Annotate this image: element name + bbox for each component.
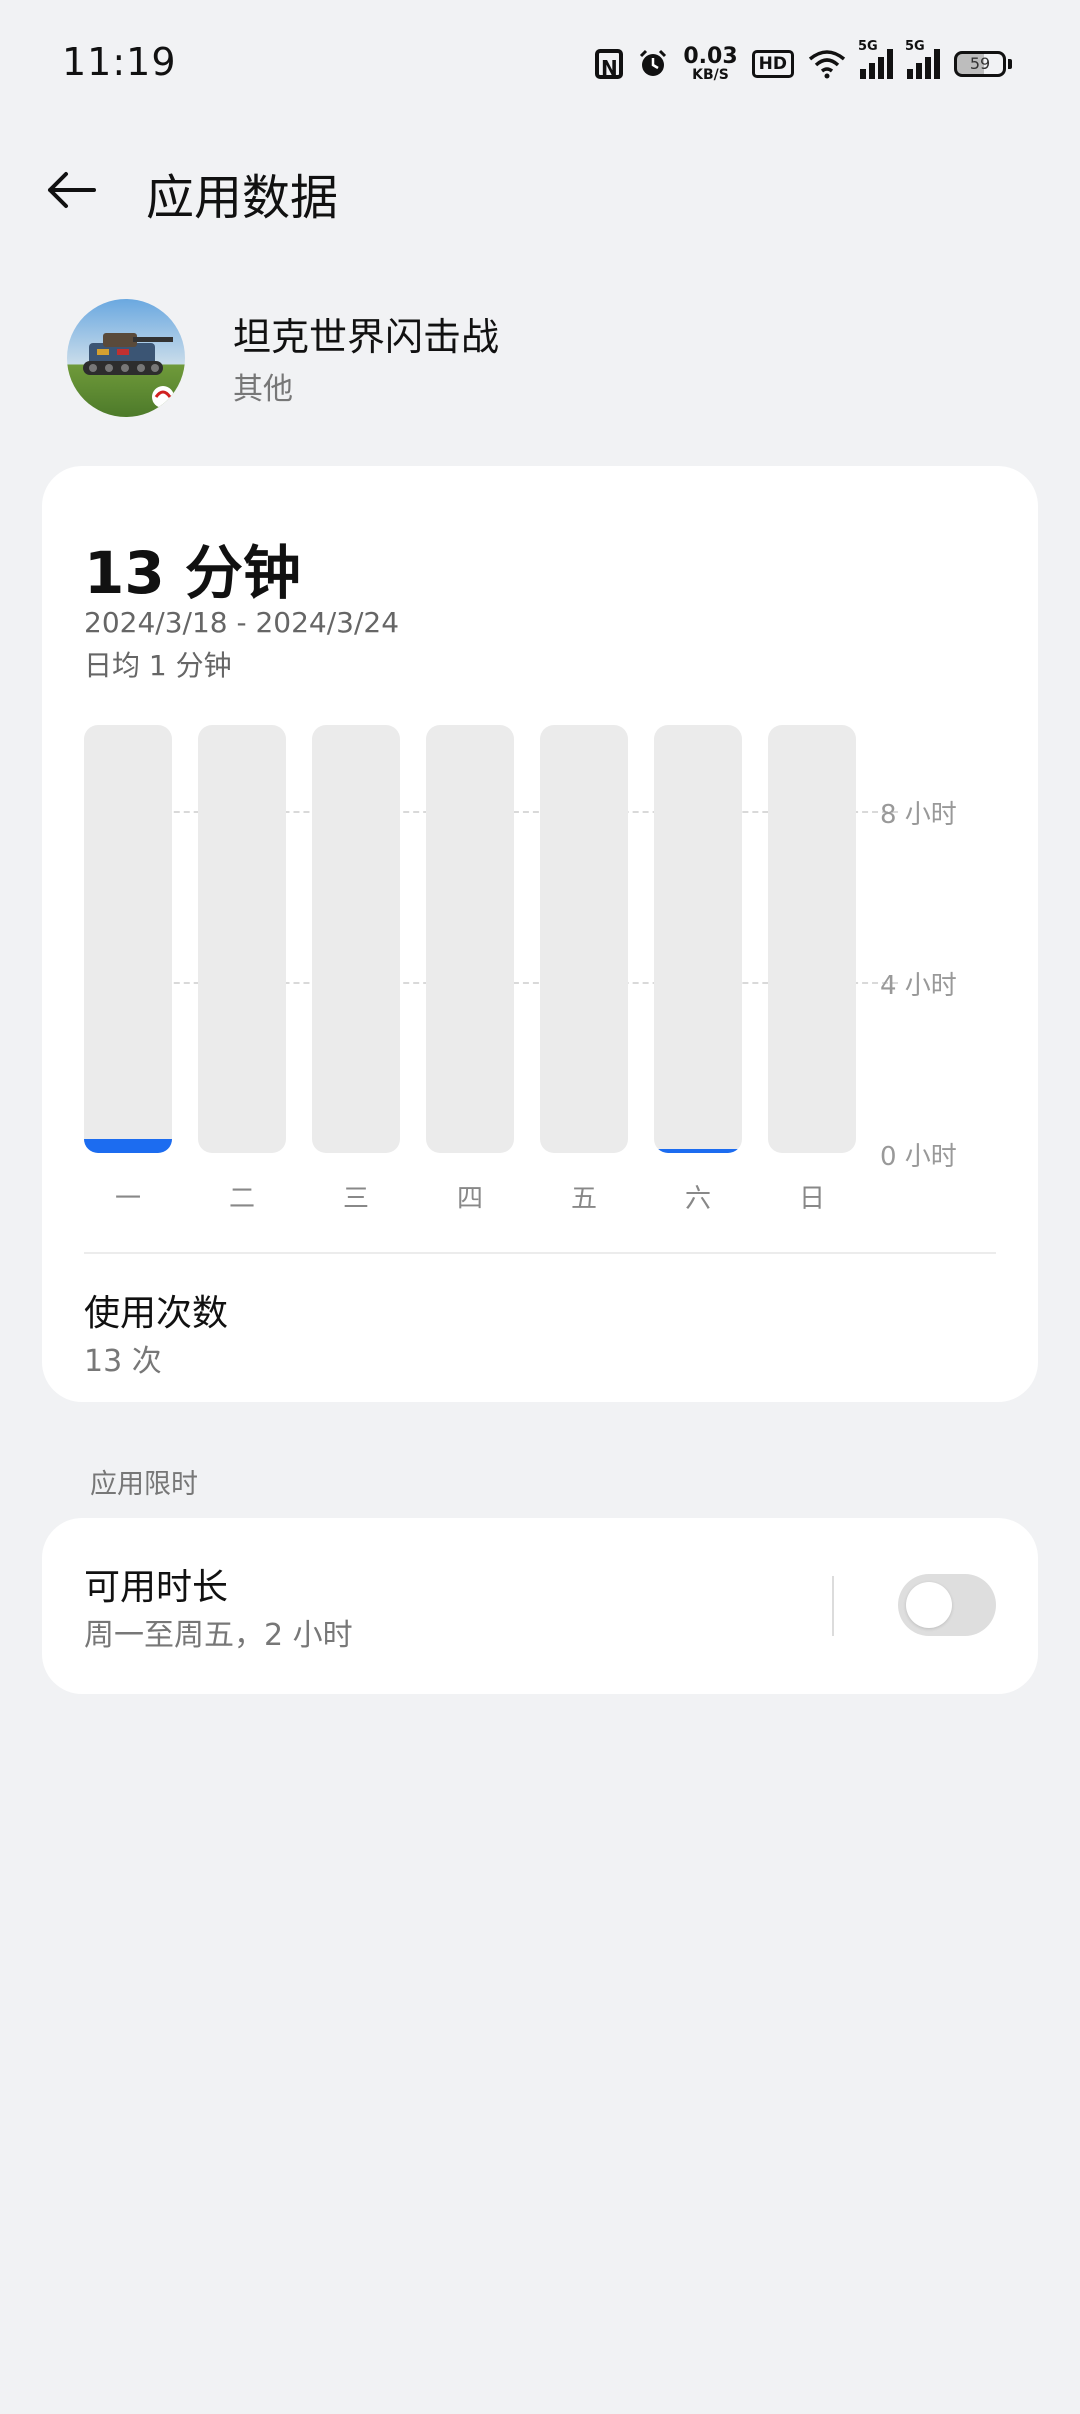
top-app-bar: 应用数据 xyxy=(0,150,1080,230)
hd-label: HD xyxy=(751,50,794,78)
battery-level: 59 xyxy=(954,51,1006,77)
app-limit-item[interactable]: 可用时长 周一至周五，2 小时 xyxy=(42,1518,1038,1694)
chart-bar-fill xyxy=(84,1139,172,1153)
chart-bar[interactable] xyxy=(768,725,856,1153)
y-tick-label: 0 小时 xyxy=(880,1142,957,1172)
chart-bar[interactable] xyxy=(312,725,400,1153)
y-tick-label: 8 小时 xyxy=(880,799,957,830)
battery-icon: 59 xyxy=(954,44,1012,84)
x-tick-label: 二 xyxy=(228,1184,255,1214)
net-speed-unit: KB/S xyxy=(692,67,729,83)
arrow-left-icon[interactable] xyxy=(44,162,100,218)
signal-icon: 5G xyxy=(858,39,893,79)
nfc-icon: N xyxy=(595,44,624,84)
y-tick-label: 4 小时 xyxy=(880,970,957,1001)
launch-count-value: 13 次 xyxy=(84,1344,162,1379)
chart-bar[interactable] xyxy=(540,725,628,1153)
alarm-icon xyxy=(637,44,669,84)
x-tick-label: 四 xyxy=(456,1184,483,1214)
chart-bar[interactable] xyxy=(426,725,514,1153)
net-speed-value: 0.03 xyxy=(683,44,738,69)
signal-icon: 5G xyxy=(905,39,940,79)
chart-bar[interactable] xyxy=(84,725,172,1153)
limit-toggle[interactable] xyxy=(898,1574,996,1636)
app-category: 其他 xyxy=(233,372,293,407)
x-tick-label: 五 xyxy=(570,1184,597,1214)
chart-bar[interactable] xyxy=(654,725,742,1153)
launch-count-label: 使用次数 xyxy=(84,1293,229,1334)
x-tick-label: 六 xyxy=(684,1184,711,1214)
app-name: 坦克世界闪击战 xyxy=(233,315,500,359)
vertical-divider xyxy=(832,1576,834,1636)
toggle-knob xyxy=(906,1582,952,1628)
section-header-app-limits: 应用限时 xyxy=(90,1469,198,1500)
clock: 11:19 xyxy=(62,40,177,84)
x-tick-label: 三 xyxy=(342,1184,369,1214)
status-icons: N 0.03 KB/S HD 5G 5G 59 xyxy=(595,39,1012,84)
x-tick-label: 一 xyxy=(114,1184,141,1214)
wifi-icon xyxy=(808,44,846,84)
hd-icon: HD xyxy=(751,44,794,84)
divider xyxy=(84,1252,996,1254)
status-bar: 11:19 N 0.03 KB/S HD 5G 5G 59 xyxy=(0,0,1080,120)
app-icon xyxy=(67,299,185,417)
usage-card: 13 分钟 2024/3/18 - 2024/3/24 日均 1 分钟 一二三四… xyxy=(42,466,1038,1402)
net-speed: 0.03 KB/S xyxy=(683,44,737,84)
page-title: 应用数据 xyxy=(146,170,339,226)
usage-bar-chart: 一 二 三 四 五 六 日 0 小时 4 小时 8 小时 xyxy=(42,466,1038,1226)
x-tick-label: 日 xyxy=(798,1184,825,1214)
signal-label: 5G xyxy=(905,39,925,54)
limit-item-value: 周一至周五，2 小时 xyxy=(84,1618,353,1653)
signal-label: 5G xyxy=(858,39,878,54)
chart-bar-fill xyxy=(654,1149,742,1153)
limit-item-label: 可用时长 xyxy=(84,1567,229,1608)
chart-bar[interactable] xyxy=(198,725,286,1153)
